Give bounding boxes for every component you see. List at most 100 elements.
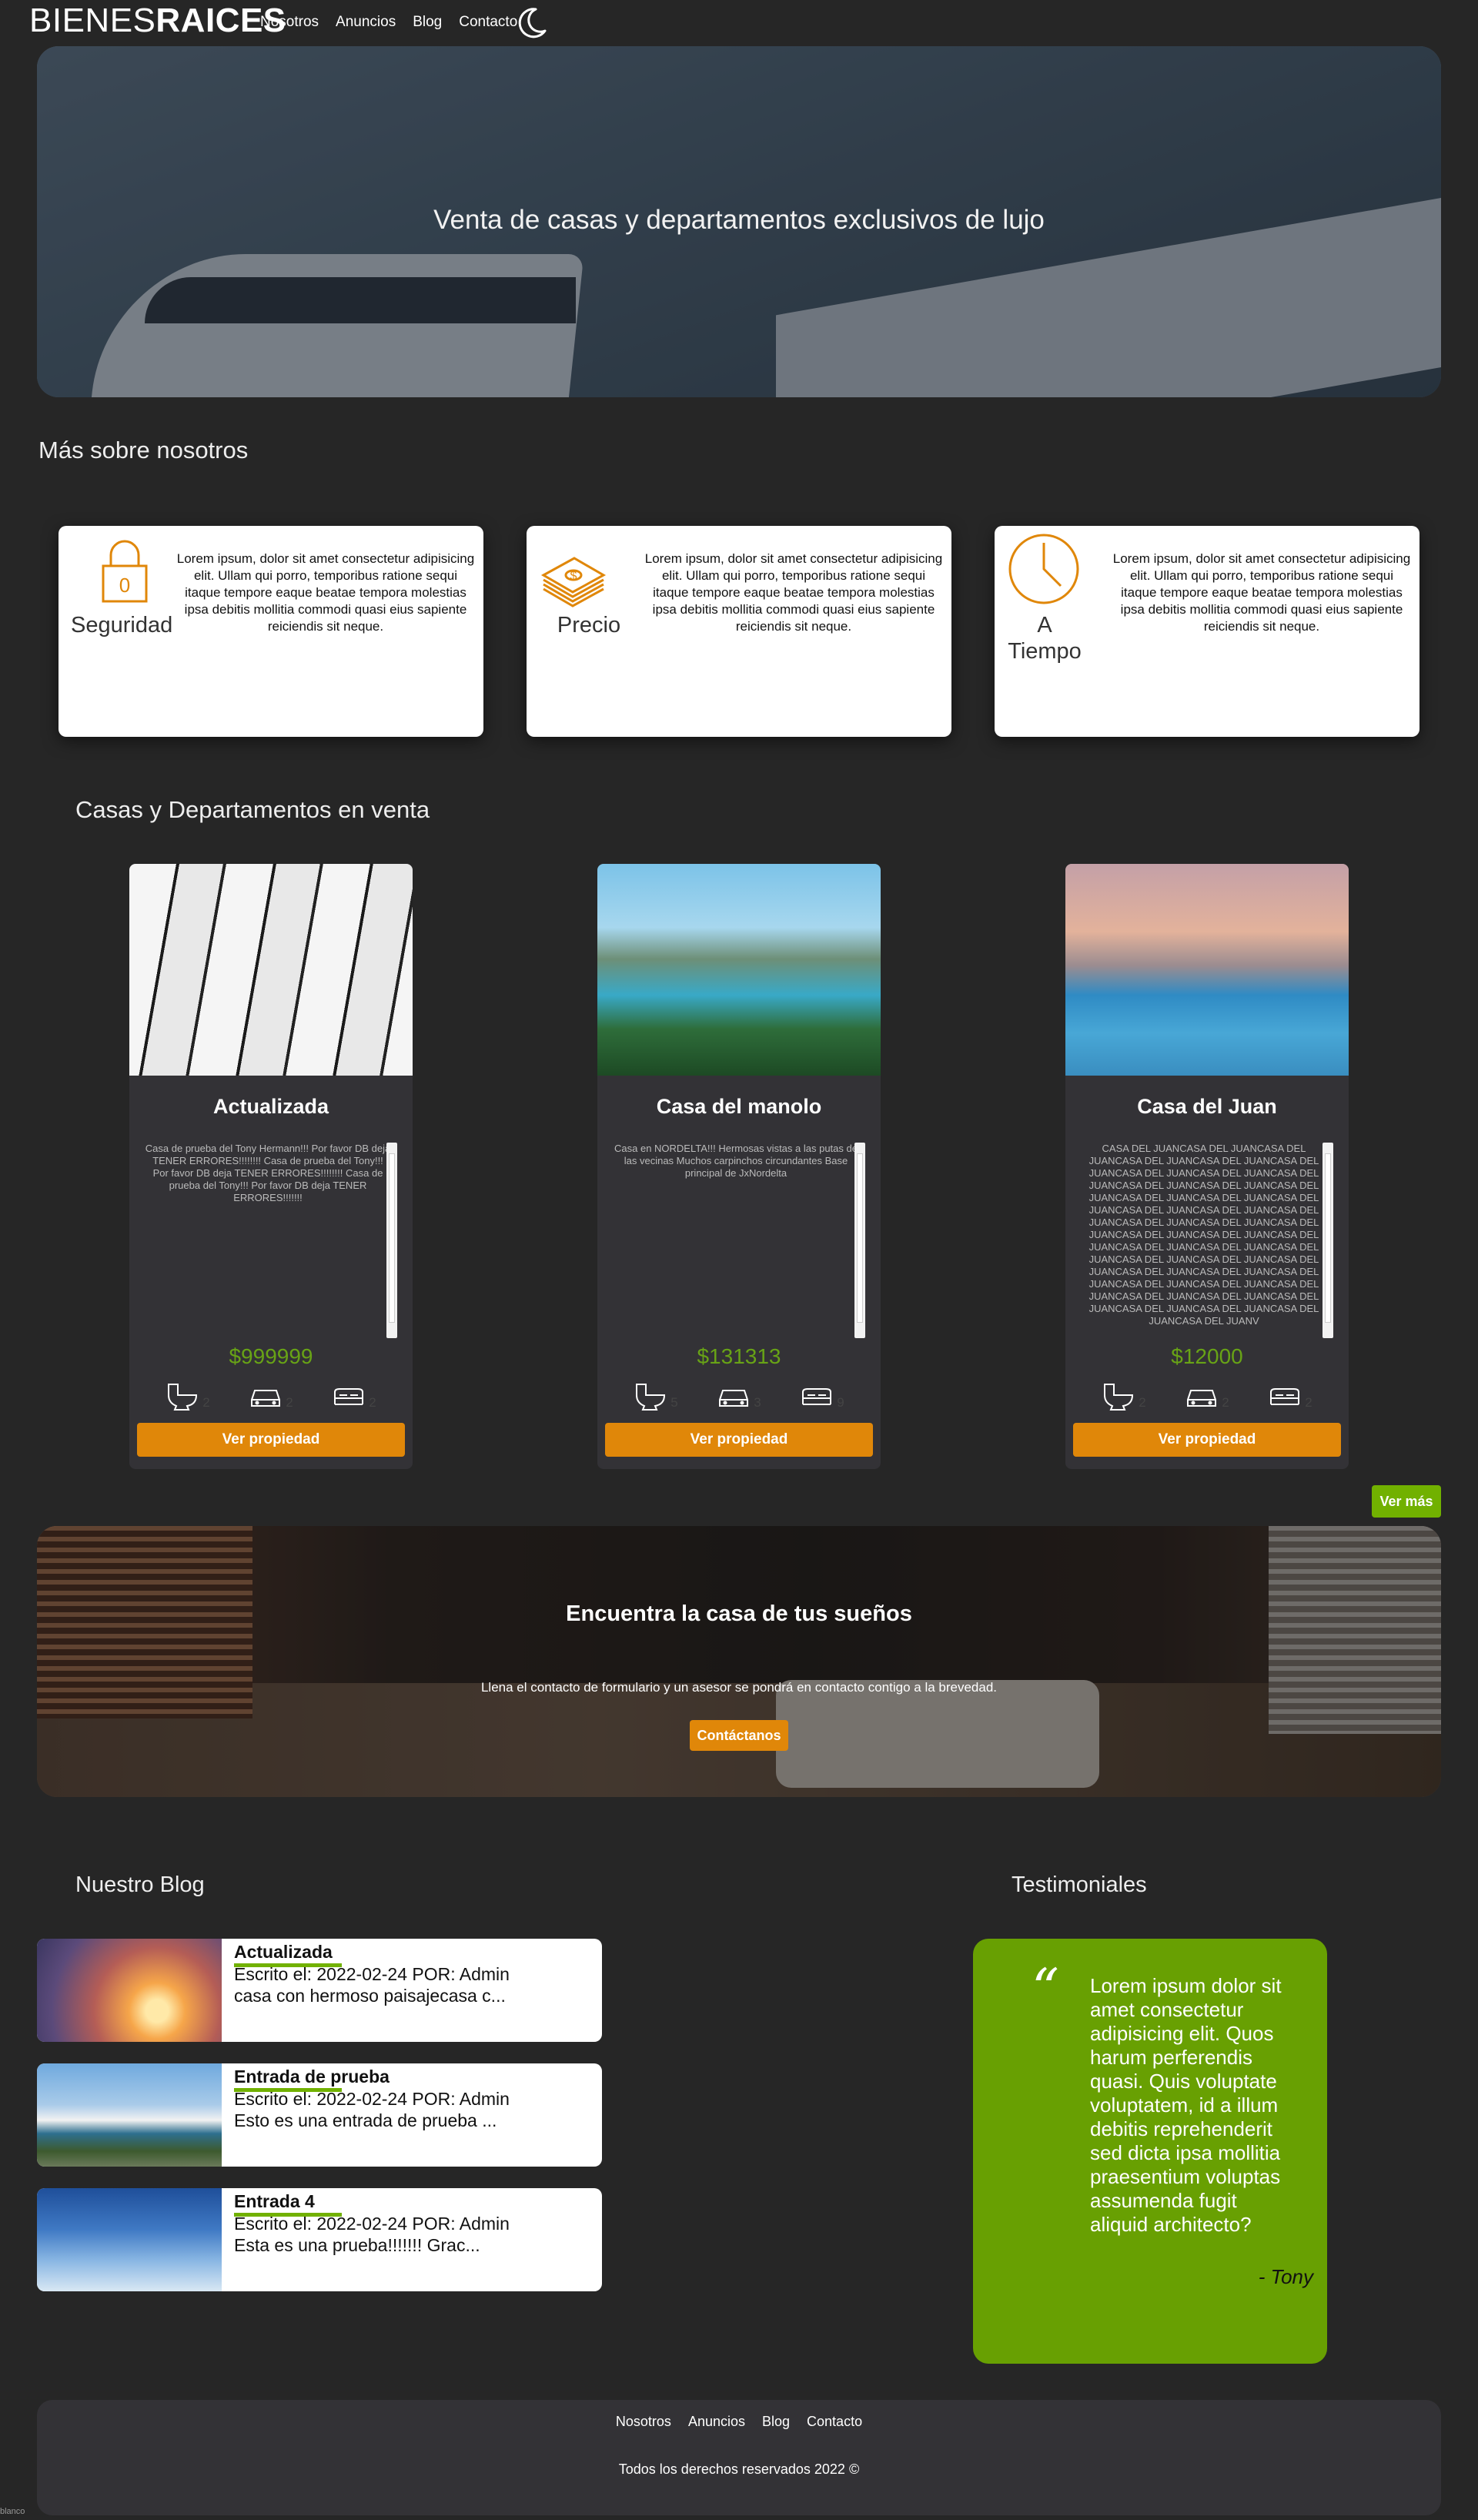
listing-description[interactable]: Casa de prueba del Tony Hermann!!! Por f… [145,1143,391,1338]
blog-title: Nuestro Blog [75,1872,205,1897]
listing-image [597,864,881,1076]
nav-link-blog[interactable]: Blog [413,14,442,31]
listing-image [129,864,413,1076]
blog-post-image [37,1939,222,2042]
site-header: BIENESRAICES Nosotros Anuncios Blog Cont… [0,0,1478,46]
parking-count: 2 [1222,1395,1229,1410]
about-title: Más sobre nosotros [38,437,249,464]
wc-feature: 5 [634,1381,678,1411]
car-icon [1187,1390,1217,1407]
contact-button[interactable]: Contáctanos [690,1720,788,1751]
description-scrollbar[interactable] [1323,1143,1333,1338]
blog-post-meta: Escrito el: 2022-02-24 POR: Admin [234,2089,510,2109]
wc-count: 2 [1139,1395,1146,1410]
money-icon: $ [540,557,607,607]
feature-card-seguridad: 0 Seguridad Lorem ipsum, dolor sit amet … [59,526,483,737]
listing-price: $12000 [1171,1344,1243,1368]
nav-link-nosotros[interactable]: Nosotros [260,14,319,31]
parking-count: 2 [286,1395,293,1410]
rooms-feature: 2 [1268,1381,1312,1411]
nav-link-contacto[interactable]: Contacto [459,14,517,31]
blog-post-excerpt: Esto es una entrada de prueba ... [234,2110,497,2130]
feature-card-a-tiempo: A Tiempo Lorem ipsum, dolor sit amet con… [995,526,1419,737]
nav-link-anuncios[interactable]: Anuncios [336,14,396,31]
bed-icon [334,1388,364,1405]
blog-post-excerpt: Esta es una prueba!!!!!!! Grac... [234,2235,480,2255]
footer-link-anuncios[interactable]: Anuncios [688,2414,745,2430]
wc-count: 2 [202,1395,210,1410]
testimonial-card: “ Lorem ipsum dolor sit amet consectetur… [973,1939,1327,2364]
listing-card: Casa del Juan CASA DEL JUANCASA DEL JUAN… [1065,864,1349,1469]
quote-icon: “ [1032,1957,1059,2020]
rooms-count: 2 [1305,1395,1312,1410]
feature-label: Seguridad [71,613,173,638]
feature-card-precio: $ Precio Lorem ipsum, dolor sit amet con… [527,526,951,737]
blog-post[interactable]: Actualizada Escrito el: 2022-02-24 POR: … [37,1939,602,2042]
toilet-icon [168,1384,198,1411]
blog-post-title[interactable]: Entrada 4 [234,2191,315,2212]
feature-label: Precio [557,613,621,638]
main-nav: Nosotros Anuncios Blog Contacto [260,14,517,31]
parking-count: 3 [754,1395,761,1410]
contact-banner: Encuentra la casa de tus sueños Llena el… [37,1526,1441,1797]
see-more-button[interactable]: Ver más [1372,1485,1441,1518]
listing-card: Actualizada Casa de prueba del Tony Herm… [129,864,413,1469]
wc-count: 5 [670,1395,678,1410]
listing-features: 2 2 2 [1065,1381,1349,1411]
feature-text: Lorem ipsum, dolor sit amet consectetur … [1112,551,1411,634]
parking-feature: 3 [717,1381,761,1411]
bed-icon [1270,1388,1300,1405]
description-scrollbar[interactable] [386,1143,397,1338]
blog-post-excerpt: casa con hermoso paisajecasa c... [234,1986,506,2006]
listing-title: Actualizada [212,1095,329,1118]
blog-post-title[interactable]: Entrada de prueba [234,2067,390,2087]
listing-features: 2 2 2 [129,1381,413,1411]
site-logo[interactable]: BIENESRAICES [29,0,286,42]
wc-feature: 2 [166,1381,210,1411]
feature-text: Lorem ipsum, dolor sit amet consectetur … [644,551,943,634]
listing-card: Casa del manolo Casa en NORDELTA!!! Herm… [597,864,881,1469]
moon-icon[interactable] [514,5,550,40]
rooms-feature: 2 [332,1381,376,1411]
blog-post-image [37,2063,222,2167]
bed-icon [802,1388,832,1405]
toilet-icon [1104,1384,1134,1411]
testimonials-title: Testimoniales [1012,1872,1147,1897]
contact-banner-title: Encuentra la casa de tus sueños [566,1601,912,1626]
rooms-count: 2 [369,1395,376,1410]
footer-link-nosotros[interactable]: Nosotros [616,2414,671,2430]
description-scrollbar[interactable] [854,1143,865,1338]
toilet-icon [636,1384,666,1411]
blog-post[interactable]: Entrada de prueba Escrito el: 2022-02-24… [37,2063,602,2167]
view-property-button[interactable]: Ver propiedad [1073,1423,1341,1457]
blog-post[interactable]: Entrada 4 Escrito el: 2022-02-24 POR: Ad… [37,2188,602,2291]
listing-image [1065,864,1349,1076]
footer-link-blog[interactable]: Blog [762,2414,790,2430]
copyright-text: Todos los derechos reservados 2022 © [618,2461,860,2477]
car-icon [251,1390,281,1407]
parking-feature: 2 [1185,1381,1229,1411]
listing-features: 5 3 9 [597,1381,881,1411]
feature-text: Lorem ipsum, dolor sit amet consectetur … [176,551,475,634]
listing-price: $999999 [229,1344,313,1368]
bottom-text: blanco [0,2507,25,2516]
view-property-button[interactable]: Ver propiedad [605,1423,873,1457]
footer-link-contacto[interactable]: Contacto [807,2414,862,2430]
listing-price: $131313 [697,1344,781,1368]
hero-banner: Venta de casas y departamentos exclusivo… [37,46,1441,397]
feature-label: A Tiempo [1008,613,1082,664]
hero-title: Venta de casas y departamentos exclusivo… [433,205,1045,235]
contact-banner-text: Llena el contacto de formulario y un ase… [480,1680,998,1695]
listing-description[interactable]: CASA DEL JUANCASA DEL JUANCASA DEL JUANC… [1081,1143,1327,1338]
site-footer: Nosotros Anuncios Blog Contacto Todos lo… [37,2400,1441,2515]
listing-description[interactable]: Casa en NORDELTA!!! Hermosas vistas a la… [613,1143,859,1338]
testimonial-text: Lorem ipsum dolor sit amet consectetur a… [1090,1974,1282,2236]
car-icon [719,1390,749,1407]
svg-text:0: 0 [119,574,130,597]
blog-post-meta: Escrito el: 2022-02-24 POR: Admin [234,1964,510,1984]
view-property-button[interactable]: Ver propiedad [137,1423,405,1457]
wc-feature: 2 [1102,1381,1146,1411]
footer-nav: Nosotros Anuncios Blog Contacto [37,2414,1441,2430]
blog-post-meta: Escrito el: 2022-02-24 POR: Admin [234,2214,510,2234]
blog-post-title[interactable]: Actualizada [234,1942,333,1963]
